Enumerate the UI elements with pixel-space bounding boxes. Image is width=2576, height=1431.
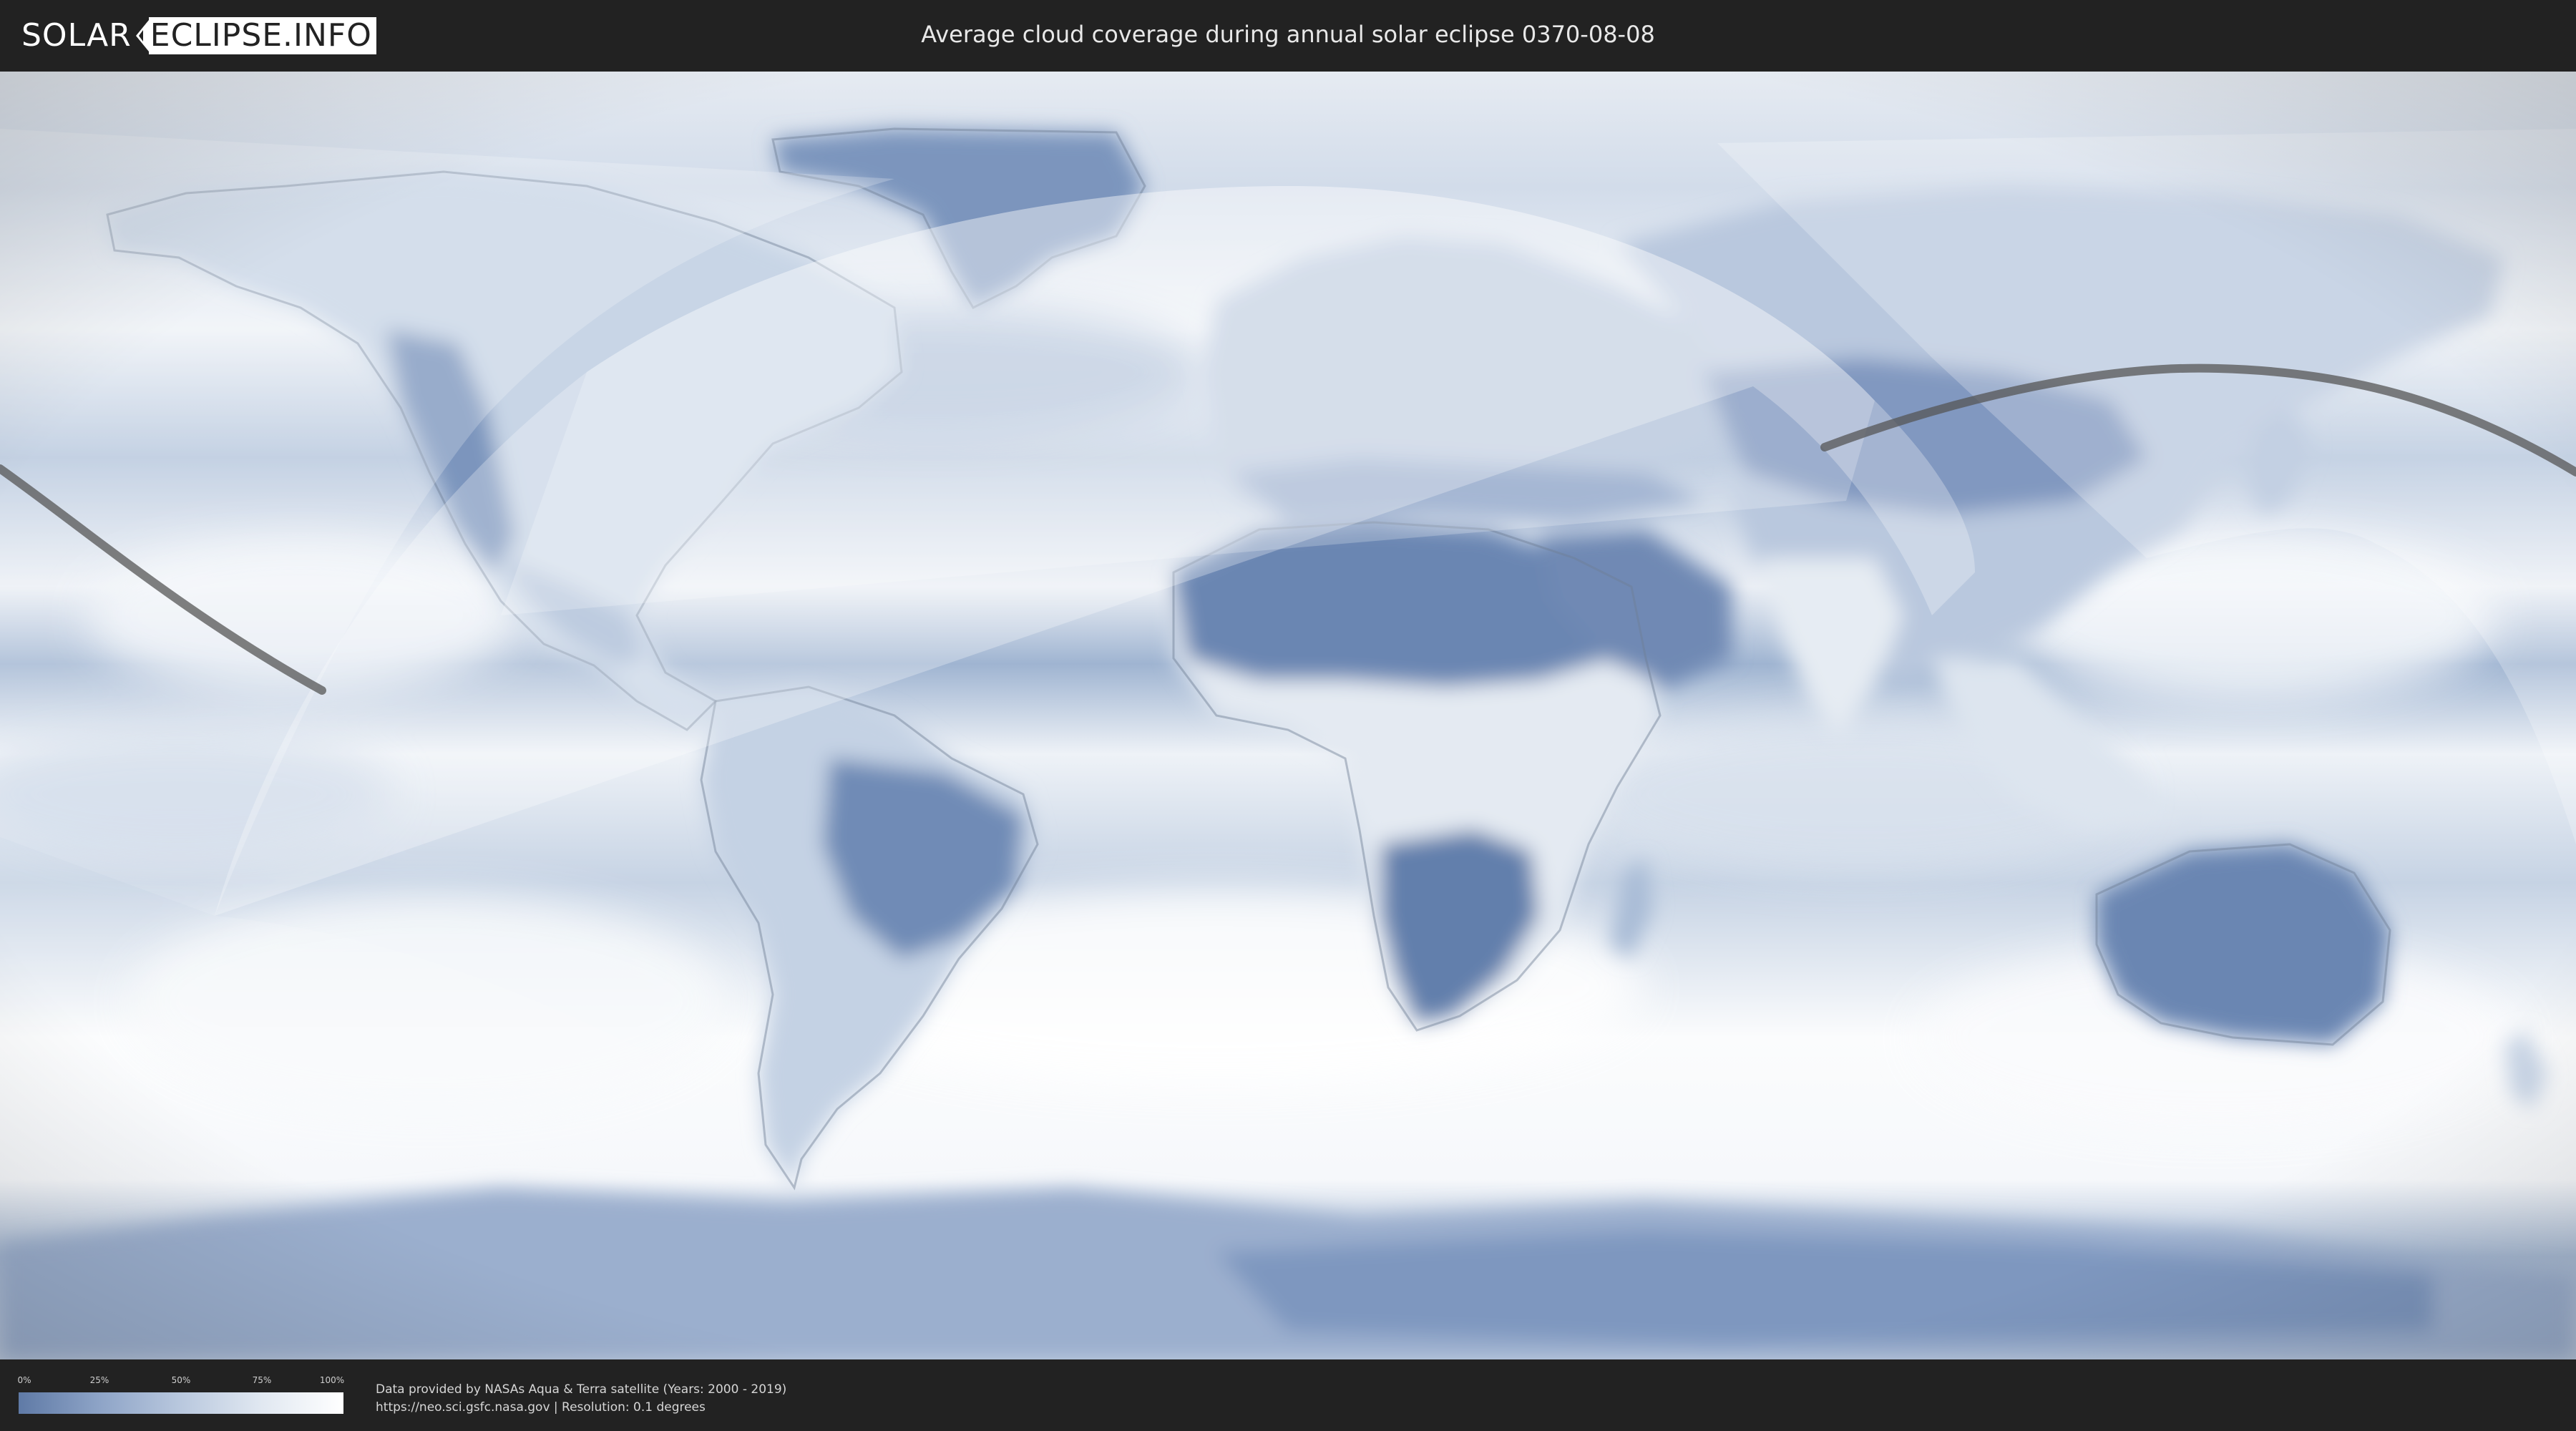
map-vignette <box>0 72 2576 1359</box>
cloud-coverage-map[interactable] <box>0 72 2576 1359</box>
footer-bar: 0% 25% 50% 75% 100% Data provided by NAS… <box>0 1359 2576 1431</box>
legend-tick-100: 100% <box>319 1375 345 1385</box>
credits-line-1: Data provided by NASAs Aqua & Terra sate… <box>376 1382 787 1397</box>
app-root: SOLAR ECLIPSE.INFO Average cloud coverag… <box>0 0 2576 1431</box>
data-credits: Data provided by NASAs Aqua & Terra sate… <box>376 1381 786 1417</box>
legend-tick-0: 0% <box>17 1375 31 1385</box>
legend-gradient-bar <box>19 1392 343 1414</box>
legend-ticks: 0% 25% 50% 75% 100% <box>17 1375 345 1391</box>
cloud-coverage-legend: 0% 25% 50% 75% 100% <box>17 1375 345 1418</box>
page-title: Average cloud coverage during annual sol… <box>921 21 1655 48</box>
credits-line-2[interactable]: https://neo.sci.gsfc.nasa.gov | Resoluti… <box>376 1399 786 1417</box>
legend-tick-25: 25% <box>89 1375 109 1385</box>
map-canvas <box>0 72 2576 1359</box>
legend-tick-75: 75% <box>252 1375 272 1385</box>
header-bar: SOLAR ECLIPSE.INFO Average cloud coverag… <box>0 0 2576 72</box>
legend-tick-50: 50% <box>171 1375 191 1385</box>
